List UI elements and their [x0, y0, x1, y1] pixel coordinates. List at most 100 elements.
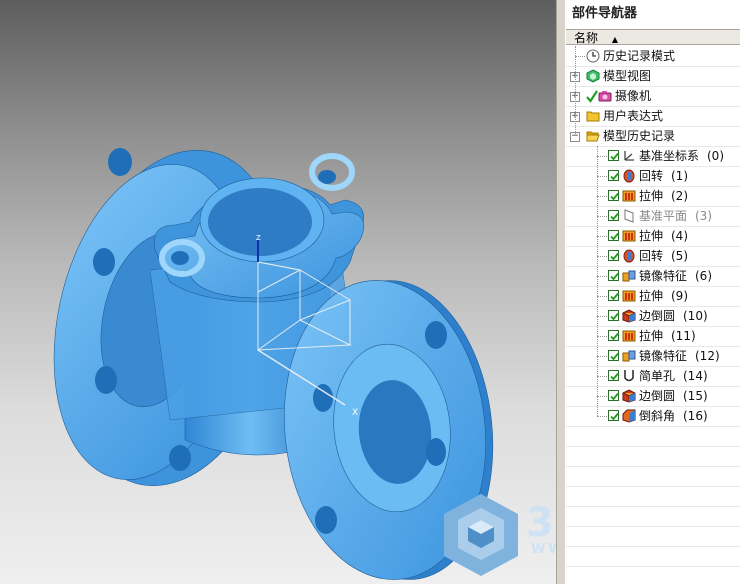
column-header-name[interactable]: 名称 ▲ — [566, 29, 740, 45]
tree-gridline — [566, 126, 740, 127]
datum-csys-icon — [622, 149, 636, 163]
clock-icon — [586, 49, 600, 63]
tree-item-label: 镜像特征 — [639, 349, 688, 363]
tree-item-feature[interactable]: 边倒圆 (10) — [566, 306, 740, 326]
tree-item-model-history[interactable]: − 模型历史记录 — [566, 126, 740, 146]
tree-item-history-mode[interactable]: 历史记录模式 — [566, 46, 740, 66]
feature-checkbox[interactable] — [608, 390, 619, 401]
graphics-viewport[interactable]: Z X 3D世界网 WWW.3DSJW.COM — [0, 0, 556, 584]
tree-gridline — [566, 186, 740, 187]
tree-item-label: 拉伸 — [639, 229, 664, 243]
tree-item-feature[interactable]: 镜像特征 (12) — [566, 346, 740, 366]
tree-item-user-expressions[interactable]: + 用户表达式 — [566, 106, 740, 126]
tree-connector — [597, 276, 607, 277]
tree-gridline — [566, 206, 740, 207]
feature-number: (6) — [695, 269, 712, 283]
tree-item-label: 拉伸 — [639, 329, 664, 343]
tree-item-feature[interactable]: 基准平面 (3) — [566, 206, 740, 226]
tree-item-label: 倒斜角 — [639, 409, 676, 423]
tree-connector — [597, 376, 607, 377]
feature-number: (5) — [671, 249, 688, 263]
feature-checkbox[interactable] — [608, 330, 619, 341]
extrude-icon — [622, 229, 636, 243]
feature-checkbox[interactable] — [608, 270, 619, 281]
tree-item-label: 历史记录模式 — [603, 49, 676, 63]
mirror-feature-icon — [622, 349, 636, 363]
model-view-icon — [586, 69, 600, 83]
tree-item-feature[interactable]: 拉伸 (4) — [566, 226, 740, 246]
folder-icon — [586, 109, 600, 123]
tree-gridline — [566, 406, 740, 407]
watermark-logo-icon — [444, 494, 518, 576]
feature-number: (14) — [683, 369, 708, 383]
tree-item-label: 边倒圆 — [639, 389, 676, 403]
tree-gridline — [566, 306, 740, 307]
tree-item-feature[interactable]: 简单孔 (14) — [566, 366, 740, 386]
tree-item-feature[interactable]: 拉伸 (11) — [566, 326, 740, 346]
tree-item-feature[interactable]: 边倒圆 (15) — [566, 386, 740, 406]
extrude-icon — [622, 289, 636, 303]
tree-gridline — [566, 506, 740, 507]
tree-item-label: 简单孔 — [639, 369, 676, 383]
chamfer-icon — [622, 409, 636, 423]
tree-item-feature[interactable]: 基准坐标系 (0) — [566, 146, 740, 166]
feature-checkbox[interactable] — [608, 150, 619, 161]
tree-item-label: 用户表达式 — [603, 109, 664, 123]
camera-icon — [598, 89, 612, 103]
feature-checkbox[interactable] — [608, 310, 619, 321]
panel-splitter[interactable] — [556, 0, 566, 584]
tree-item-feature[interactable]: 回转 (1) — [566, 166, 740, 186]
tree-item-label: 模型历史记录 — [603, 129, 676, 143]
feature-checkbox[interactable] — [608, 370, 619, 381]
navigator-title: 部件导航器 — [566, 0, 740, 28]
tree-item-feature[interactable]: 倒斜角 (16) — [566, 406, 740, 426]
tree-gridline — [566, 426, 740, 427]
feature-checkbox[interactable] — [608, 170, 619, 181]
feature-checkbox[interactable] — [608, 290, 619, 301]
tree-gridline — [566, 546, 740, 547]
feature-number: (3) — [695, 209, 712, 223]
tree-item-model-views[interactable]: + 模型视图 — [566, 66, 740, 86]
x-axis-label: X — [352, 408, 358, 418]
tree-connector — [597, 296, 607, 297]
tree-item-feature[interactable]: 回转 (5) — [566, 246, 740, 266]
tree-item-cameras[interactable]: + 摄像机 — [566, 86, 740, 106]
feature-number: (9) — [671, 289, 688, 303]
feature-checkbox[interactable] — [608, 190, 619, 201]
feature-number: (15) — [683, 389, 708, 403]
tree-item-label: 边倒圆 — [639, 309, 676, 323]
watermark-url: WWW.3DSJW.COM — [531, 542, 556, 557]
tree-gridline — [566, 326, 740, 327]
feature-number: (16) — [683, 409, 708, 423]
sort-ascending-icon[interactable]: ▲ — [612, 35, 618, 44]
tree-gridline — [566, 286, 740, 287]
revolve-icon — [622, 169, 636, 183]
tree-gridline — [566, 106, 740, 107]
extrude-icon — [622, 189, 636, 203]
tree-gridline — [566, 226, 740, 227]
tree-item-feature[interactable]: 拉伸 (2) — [566, 186, 740, 206]
tree-gridline — [566, 486, 740, 487]
tree-item-feature[interactable]: 拉伸 (9) — [566, 286, 740, 306]
tree-connector — [597, 416, 607, 417]
tree-connector — [597, 216, 607, 217]
feature-checkbox[interactable] — [608, 210, 619, 221]
tree-gridline — [566, 166, 740, 167]
feature-checkbox[interactable] — [608, 410, 619, 421]
feature-number: (1) — [671, 169, 688, 183]
feature-checkbox[interactable] — [608, 250, 619, 261]
edge-blend-icon — [622, 309, 636, 323]
tree-item-label: 回转 — [639, 169, 664, 183]
tree-gridline — [566, 266, 740, 267]
edge-blend-icon — [622, 389, 636, 403]
feature-checkbox[interactable] — [608, 350, 619, 361]
tree-gridline — [566, 526, 740, 527]
tree-connector — [597, 236, 607, 237]
watermark-title: 3D世界网 — [526, 500, 556, 546]
watermark: 3D世界网 WWW.3DSJW.COM — [436, 490, 556, 580]
tree-item-feature[interactable]: 镜像特征 (6) — [566, 266, 740, 286]
feature-checkbox[interactable] — [608, 230, 619, 241]
tree-connector — [597, 196, 607, 197]
tree-item-label: 模型视图 — [603, 69, 652, 83]
feature-number: (12) — [695, 349, 720, 363]
